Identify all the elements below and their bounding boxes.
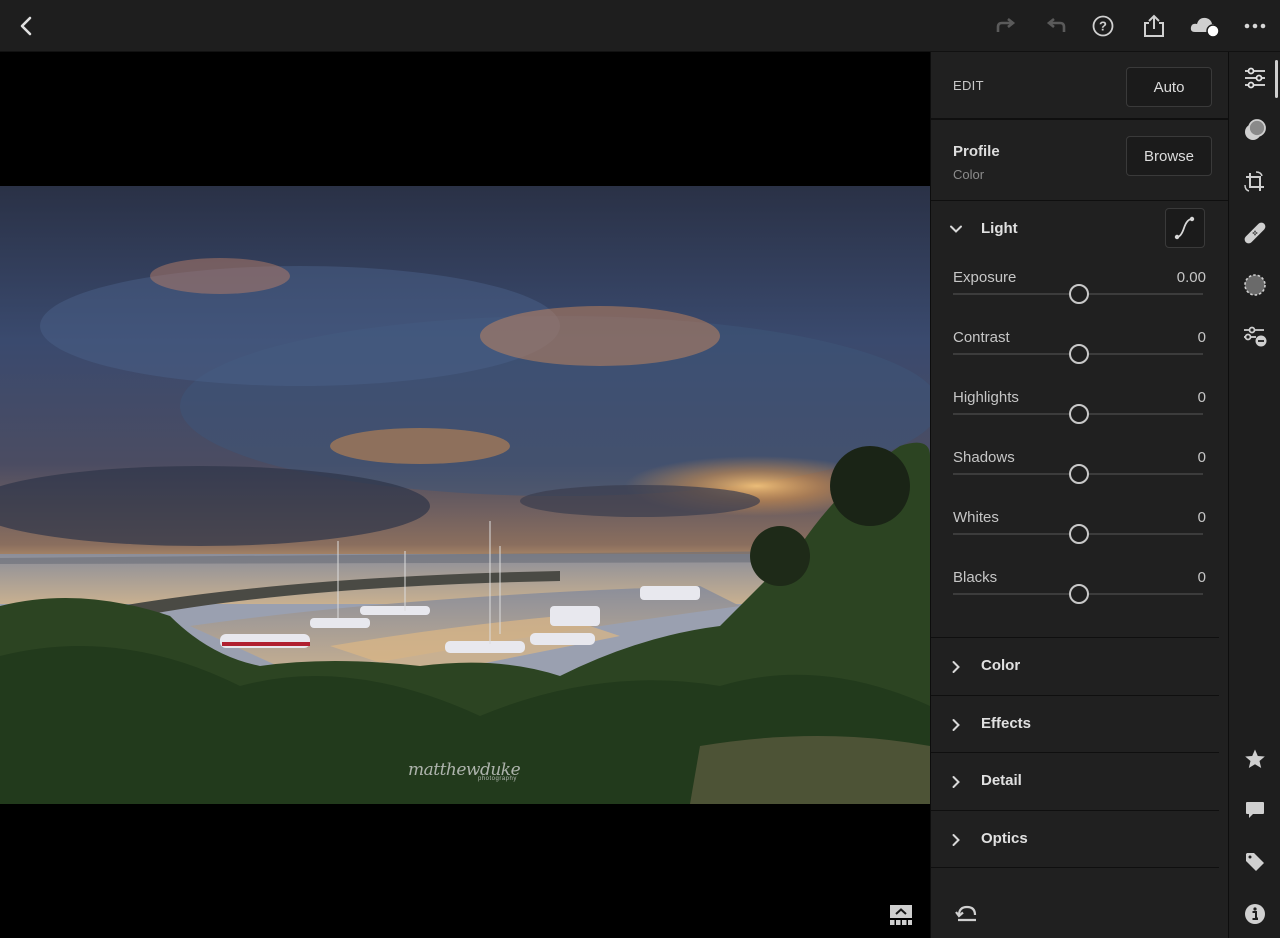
edit-label: EDIT [953, 78, 984, 93]
photo-image[interactable] [0, 186, 930, 804]
tone-curve-icon [1174, 216, 1195, 240]
slider-value[interactable]: 0.00 [1177, 269, 1206, 286]
profile-section: Browse [931, 119, 1229, 201]
section-title: Effects [981, 714, 1032, 732]
chevron-left-icon [20, 16, 32, 36]
healing-tool-button[interactable] [1242, 220, 1268, 246]
edit-sliders-icon [1245, 67, 1265, 89]
redo-icon [996, 17, 1016, 32]
slider-thumb[interactable] [1069, 344, 1089, 364]
slider-label: Blacks [953, 569, 998, 586]
slider-blacks[interactable]: Blacks 0 [953, 569, 1206, 619]
slider-label: Contrast [953, 329, 1010, 346]
tool-rail [1228, 52, 1280, 938]
rating-button[interactable] [1242, 746, 1268, 772]
slider-shadows[interactable]: Shadows 0 [953, 449, 1206, 499]
reset-icon [955, 905, 977, 922]
chevron-right-icon [952, 718, 960, 731]
edit-panel: EDIT Auto Browse Profile Color Light Exp… [930, 52, 1229, 938]
section-detail[interactable]: Detail [931, 752, 1219, 809]
slider-contrast[interactable]: Contrast 0 [953, 329, 1206, 379]
chevron-right-icon [952, 776, 960, 788]
chevron-down-icon [950, 225, 962, 233]
share-icon [1144, 14, 1164, 37]
presets-tool-button[interactable] [1242, 117, 1268, 143]
browse-profiles-button[interactable]: Browse [1126, 136, 1212, 176]
healing-icon [1244, 222, 1266, 244]
cloud-sync-icon [1190, 17, 1220, 38]
slider-value[interactable]: 0 [1198, 449, 1206, 466]
comments-button[interactable] [1242, 797, 1268, 823]
edit-header: EDIT Auto [931, 52, 1229, 119]
crop-tool-button[interactable] [1242, 169, 1268, 195]
profile-title: Profile [953, 143, 1000, 160]
slider-label: Exposure [953, 269, 1017, 286]
profile-value: Color [953, 167, 985, 182]
svg-text:?: ? [1099, 19, 1107, 34]
more-button[interactable] [1241, 12, 1269, 40]
slider-whites[interactable]: Whites 0 [953, 509, 1206, 559]
help-button[interactable]: ? [1089, 12, 1117, 40]
rail-scrollbar[interactable] [1275, 60, 1278, 98]
more-icon [1244, 23, 1266, 29]
tag-icon [1246, 853, 1264, 871]
comment-icon [1246, 802, 1264, 818]
auto-button[interactable]: Auto [1126, 67, 1212, 107]
tone-curve-button[interactable] [1165, 208, 1205, 248]
slider-value[interactable]: 0 [1198, 329, 1206, 346]
slider-thumb[interactable] [1069, 524, 1089, 544]
light-section-title: Light [981, 220, 1018, 237]
info-icon [1245, 904, 1265, 924]
slider-label: Whites [953, 509, 999, 526]
versions-tool-button[interactable] [1242, 324, 1268, 350]
watermark-subtext: photography [478, 776, 517, 782]
slider-thumb[interactable] [1069, 284, 1089, 304]
crop-icon [1244, 171, 1264, 192]
slider-exposure[interactable]: Exposure 0.00 [953, 269, 1206, 319]
slider-label: Highlights [953, 389, 1019, 406]
undo-button[interactable] [1042, 12, 1070, 40]
star-icon [1245, 749, 1265, 768]
chevron-right-icon [952, 661, 960, 673]
masking-icon [1244, 274, 1266, 296]
slider-thumb[interactable] [1069, 404, 1089, 424]
undo-icon [1046, 17, 1066, 32]
slider-highlights[interactable]: Highlights 0 [953, 389, 1206, 439]
help-icon: ? [1092, 15, 1114, 37]
back-button[interactable] [12, 12, 40, 40]
filmstrip-toggle-button[interactable] [889, 904, 913, 926]
section-title: Color [981, 657, 1021, 674]
slider-value[interactable]: 0 [1198, 509, 1206, 526]
cloud-sync-button[interactable] [1188, 12, 1222, 40]
versions-icon [1244, 326, 1267, 347]
filmstrip-icon [890, 905, 912, 925]
edit-tool-button[interactable] [1242, 65, 1268, 91]
slider-label: Shadows [953, 449, 1015, 466]
section-divider [931, 867, 1219, 868]
chevron-right-icon [952, 833, 960, 846]
presets-icon [1245, 119, 1266, 140]
section-effects[interactable]: Effects [931, 694, 1219, 752]
redo-button[interactable] [992, 12, 1020, 40]
section-color[interactable]: Color [931, 637, 1219, 694]
section-title: Detail [981, 772, 1022, 789]
share-button[interactable] [1140, 12, 1168, 40]
photo-canvas[interactable]: matthewduke photography [0, 52, 930, 938]
section-optics[interactable]: Optics [931, 809, 1219, 867]
masking-tool-button[interactable] [1242, 272, 1268, 298]
slider-thumb[interactable] [1069, 464, 1089, 484]
slider-value[interactable]: 0 [1198, 389, 1206, 406]
section-title: Optics [981, 829, 1028, 847]
photo-watermark: matthewduke photography [408, 760, 521, 782]
slider-thumb[interactable] [1069, 584, 1089, 604]
reset-edits-button[interactable] [955, 903, 979, 923]
info-button[interactable] [1242, 901, 1268, 927]
keywords-button[interactable] [1242, 849, 1268, 875]
top-bar: ? [0, 0, 1280, 52]
slider-value[interactable]: 0 [1198, 569, 1206, 586]
